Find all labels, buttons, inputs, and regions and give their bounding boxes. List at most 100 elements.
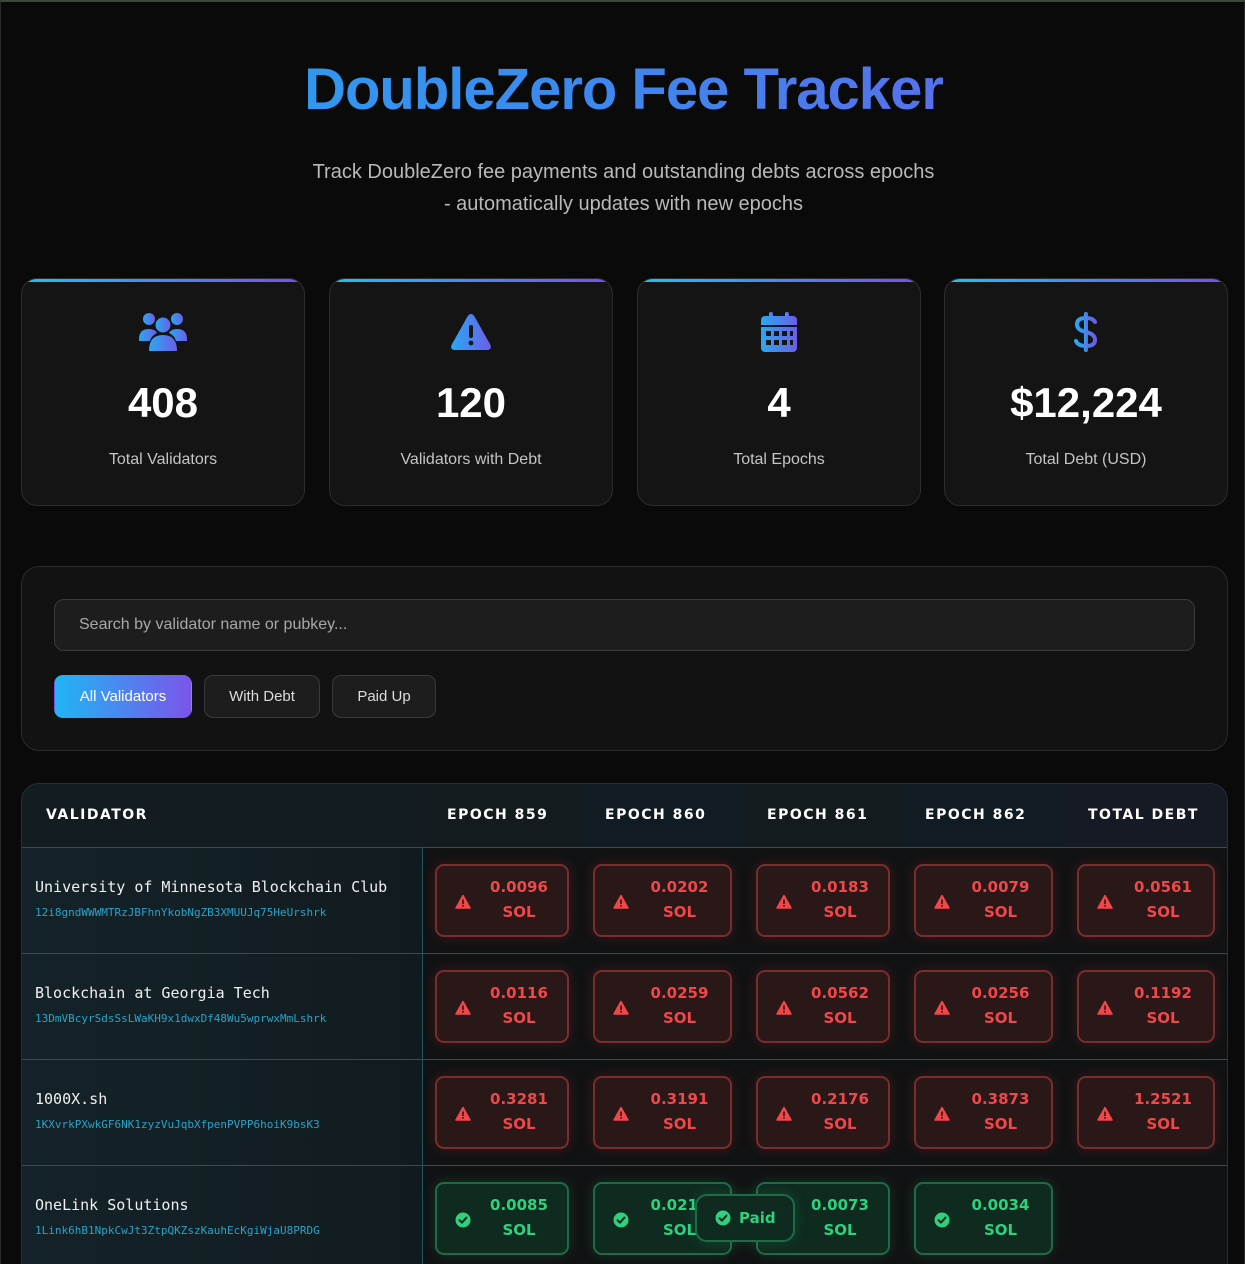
validator-name: 1000X.sh bbox=[35, 1090, 108, 1108]
amount-unit: SOL bbox=[1146, 1009, 1180, 1027]
stat-label: Validators with Debt bbox=[400, 451, 542, 468]
amount-value: 0.3281 bbox=[490, 1090, 548, 1108]
validator-pubkey: 13DmVBcyrSdsSsLWaKH9x1dwxDf48Wu5wprwxMmL… bbox=[35, 1012, 327, 1025]
warning-icon bbox=[934, 894, 950, 910]
epoch-debt-badge: 0.0562 SOL bbox=[756, 970, 890, 1043]
validator-cell: 1000X.sh 1KXvrkPXwkGF6NK1zyzVuJqbXfpenPVP… bbox=[22, 1060, 423, 1165]
amount-value: 0.0561 bbox=[1134, 878, 1192, 896]
check-circle-icon bbox=[613, 1212, 629, 1228]
warning-icon bbox=[613, 1000, 629, 1016]
amount-unit: SOL bbox=[662, 903, 697, 921]
validator-name: OneLink Solutions bbox=[35, 1196, 189, 1214]
paid-label: Paid bbox=[739, 1209, 776, 1227]
filter-with-debt-button[interactable]: With Debt bbox=[204, 675, 320, 718]
filter-all-validators-button[interactable]: All Validators bbox=[54, 675, 192, 718]
amount-value: 0.0562 bbox=[811, 984, 869, 1002]
column-header-total-debt: TOTAL DEBT bbox=[1064, 784, 1227, 847]
validator-cell: Blockchain at Georgia Tech 13DmVBcyrSdsSs… bbox=[22, 954, 423, 1059]
validator-cell: University of Minnesota Blockchain Club 1… bbox=[22, 848, 423, 953]
stat-card-validators: 408 Total Validators bbox=[21, 278, 305, 506]
epoch-debt-badge: 0.3281 SOL bbox=[435, 1076, 569, 1149]
table-row[interactable]: University of Minnesota Blockchain Club 1… bbox=[22, 848, 1227, 954]
amount-unit: SOL bbox=[823, 1009, 857, 1027]
amount-unit: SOL bbox=[823, 1115, 857, 1133]
amount-value: 0.1192 bbox=[1134, 984, 1192, 1002]
table-row[interactable]: OneLink Solutions 1Link6hB1NpkCwJt3ZtpQKZ… bbox=[22, 1166, 1227, 1264]
page-subtitle: Track DoubleZero fee payments and outsta… bbox=[312, 161, 935, 215]
amount-value: 0.0256 bbox=[971, 984, 1030, 1002]
amount-unit: SOL bbox=[823, 903, 857, 921]
epoch-debt-badge: 0.2176 SOL bbox=[756, 1076, 890, 1149]
amount-unit: SOL bbox=[502, 1115, 536, 1133]
total-paid-badge: Paid bbox=[695, 1194, 795, 1242]
warning-icon bbox=[776, 1000, 792, 1016]
page-title: DoubleZero Fee Tracker bbox=[1, 56, 1245, 123]
amount-value: 0.0259 bbox=[650, 984, 709, 1002]
amount-unit: SOL bbox=[983, 1009, 1018, 1027]
amount-value: 0.0116 bbox=[490, 984, 548, 1002]
total-debt-badge: 0.1192 SOL bbox=[1077, 970, 1215, 1043]
check-circle-icon bbox=[455, 1212, 471, 1228]
amount-value: 0.3191 bbox=[650, 1090, 709, 1108]
warning-icon bbox=[1097, 894, 1113, 910]
validator-name: University of Minnesota Blockchain Club bbox=[35, 878, 388, 896]
amount-value: 0.0073 bbox=[811, 1196, 869, 1214]
table-row[interactable]: Blockchain at Georgia Tech 13DmVBcyrSdsSs… bbox=[22, 954, 1227, 1060]
stat-value: 408 bbox=[127, 379, 199, 426]
warning-icon bbox=[934, 1000, 950, 1016]
epoch-debt-badge: 0.0079 SOL bbox=[914, 864, 1053, 937]
column-header-validator: VALIDATOR bbox=[22, 784, 423, 847]
epoch-debt-badge: 0.0183 SOL bbox=[756, 864, 890, 937]
column-header-epoch-860: EPOCH 860 bbox=[581, 784, 743, 847]
warning-icon bbox=[455, 1000, 471, 1016]
stat-card-total-debt: $12,224 Total Debt (USD) bbox=[944, 278, 1228, 506]
amount-value: 0.0034 bbox=[971, 1196, 1030, 1214]
warning-icon bbox=[776, 894, 792, 910]
check-circle-icon bbox=[934, 1212, 950, 1228]
warning-icon bbox=[330, 309, 612, 355]
validator-cell: OneLink Solutions 1Link6hB1NpkCwJt3ZtpQKZ… bbox=[22, 1166, 423, 1264]
epoch-debt-badge: 0.0096 SOL bbox=[435, 864, 569, 937]
validators-table: VALIDATOR EPOCH 859 EPOCH 860 EPOCH 861 … bbox=[21, 783, 1228, 1264]
warning-icon bbox=[613, 894, 629, 910]
users-icon bbox=[22, 309, 304, 355]
epoch-paid-badge: 0.0034 SOL bbox=[914, 1182, 1053, 1255]
check-circle-icon bbox=[715, 1210, 731, 1226]
amount-unit: SOL bbox=[983, 903, 1018, 921]
amount-value: 0.0183 bbox=[811, 878, 869, 896]
table-row[interactable]: 1000X.sh 1KXvrkPXwkGF6NK1zyzVuJqbXfpenPVP… bbox=[22, 1060, 1227, 1166]
amount-unit: SOL bbox=[983, 1221, 1018, 1239]
column-header-epoch-862: EPOCH 862 bbox=[901, 784, 1064, 847]
warning-icon bbox=[455, 894, 471, 910]
epoch-debt-badge: 0.0116 SOL bbox=[435, 970, 569, 1043]
epoch-debt-badge: 0.0259 SOL bbox=[593, 970, 732, 1043]
amount-value: 0.2176 bbox=[811, 1090, 869, 1108]
amount-value: 0.0079 bbox=[971, 878, 1030, 896]
calendar-icon bbox=[638, 309, 920, 355]
amount-unit: SOL bbox=[502, 903, 536, 921]
amount-unit: SOL bbox=[662, 1115, 697, 1133]
validator-pubkey: 1Link6hB1NpkCwJt3ZtpQKZszKauhEcKgiWjaU8P… bbox=[35, 1224, 320, 1237]
dollar-icon bbox=[945, 309, 1227, 355]
amount-value: 1.2521 bbox=[1134, 1090, 1192, 1108]
search-input[interactable] bbox=[54, 599, 1195, 651]
epoch-paid-badge: 0.0085 SOL bbox=[435, 1182, 569, 1255]
stat-value: 120 bbox=[435, 379, 507, 426]
amount-unit: SOL bbox=[502, 1009, 536, 1027]
amount-value: 0.0085 bbox=[490, 1196, 548, 1214]
amount-unit: SOL bbox=[662, 1009, 697, 1027]
column-header-epoch-861: EPOCH 861 bbox=[743, 784, 901, 847]
warning-icon bbox=[776, 1106, 792, 1122]
filter-paid-up-button[interactable]: Paid Up bbox=[332, 675, 436, 718]
total-debt-badge: 0.0561 SOL bbox=[1077, 864, 1215, 937]
amount-value: 0.3873 bbox=[971, 1090, 1030, 1108]
stat-label: Total Epochs bbox=[733, 451, 825, 468]
warning-icon bbox=[613, 1106, 629, 1122]
stat-value: $12,224 bbox=[1010, 379, 1162, 426]
stat-card-epochs: 4 Total Epochs bbox=[637, 278, 921, 506]
amount-unit: SOL bbox=[1146, 903, 1180, 921]
amount-unit: SOL bbox=[1146, 1115, 1180, 1133]
epoch-debt-badge: 0.0202 SOL bbox=[593, 864, 732, 937]
validator-name: Blockchain at Georgia Tech bbox=[35, 984, 270, 1002]
validator-pubkey: 12i8gndWWWMTRzJBFhnYkobNgZB3XMUUJq75HeUr… bbox=[35, 906, 327, 919]
